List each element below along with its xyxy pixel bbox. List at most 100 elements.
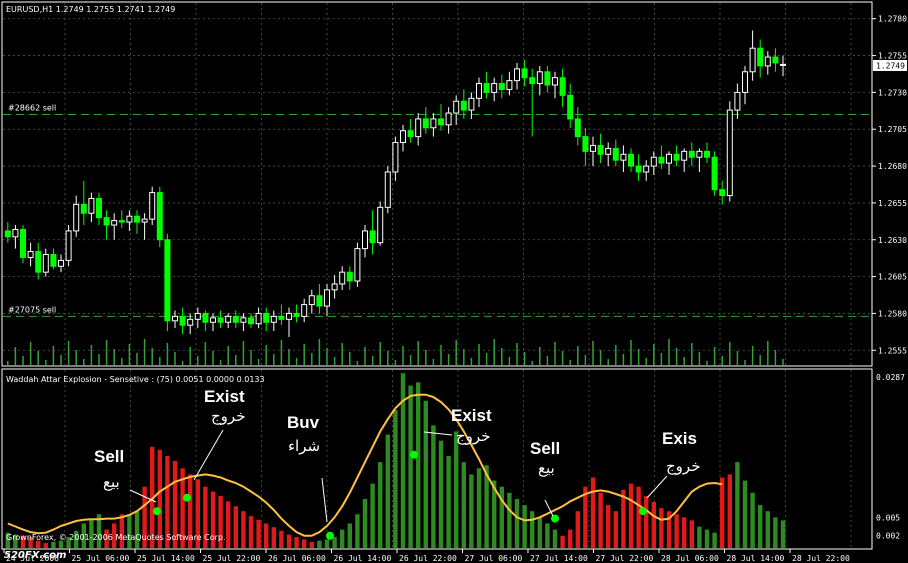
histogram-bar — [552, 529, 558, 548]
candle-body — [483, 83, 490, 93]
histogram-bar — [294, 536, 299, 548]
histogram-bar — [514, 498, 520, 548]
histogram-bar — [264, 523, 269, 548]
histogram-bar — [689, 520, 694, 548]
candle-body — [4, 230, 11, 238]
histogram-bar — [309, 541, 314, 548]
annotation-sell-2-ar: بيع — [538, 459, 555, 477]
time-tick-label: 27 Jul 14:00 — [530, 554, 588, 563]
candle-body — [42, 253, 49, 273]
candle-body — [80, 203, 87, 214]
price-tick-label: 1.2655 — [878, 199, 907, 208]
candle-body — [141, 218, 148, 223]
histogram-bar — [712, 532, 717, 548]
histogram-bar — [682, 517, 687, 548]
candle-body — [582, 136, 589, 152]
candle-body — [172, 315, 178, 322]
candle-body — [346, 271, 353, 282]
candle-body — [719, 189, 726, 197]
candle-body — [331, 283, 338, 291]
histogram-bar — [659, 508, 664, 548]
time-tick-label: 26 Jul 22:00 — [399, 554, 457, 563]
candle-body — [278, 315, 285, 320]
histogram-bar — [51, 541, 56, 548]
histogram-bar — [317, 540, 322, 548]
candle-body — [134, 215, 140, 223]
histogram-bar — [727, 474, 732, 548]
histogram-bar — [362, 498, 368, 548]
candle-body — [529, 77, 536, 85]
histogram-bar — [233, 506, 238, 548]
histogram-bar — [583, 486, 588, 548]
candle-body — [377, 206, 384, 244]
candle-body — [506, 80, 513, 90]
candle-body — [126, 215, 133, 223]
candle-body — [772, 56, 779, 64]
candle-body — [422, 118, 429, 129]
candle-body — [118, 220, 125, 223]
candle-body — [567, 94, 574, 120]
mt4-chart-window[interactable]: #28662 sell #27075 sell 1.2780 1.2755 1.273… — [0, 0, 908, 563]
histogram-bar — [393, 410, 398, 548]
histogram-bar — [378, 462, 383, 548]
candle-body — [384, 171, 391, 208]
candle-body — [559, 77, 566, 96]
candle-body — [453, 100, 460, 114]
candle-body — [27, 251, 34, 258]
histogram-bar — [507, 492, 512, 548]
candle-body — [696, 150, 703, 158]
signal-marker — [153, 507, 161, 516]
histogram-bar — [340, 529, 345, 548]
candle-body — [666, 153, 672, 164]
histogram-bar — [134, 511, 140, 548]
candle-body — [73, 203, 80, 232]
candle-body — [430, 118, 437, 129]
histogram-bar — [575, 511, 580, 548]
candle-body — [757, 47, 764, 67]
price-tick-label: 1.2780 — [878, 15, 907, 24]
candle-body — [65, 230, 72, 261]
annotation-buy-ar: شراء — [288, 437, 320, 455]
histogram-bar — [469, 474, 474, 548]
histogram-bar — [355, 514, 360, 548]
annotation-buy: Buv — [287, 413, 320, 432]
histogram-bar — [226, 501, 231, 548]
price-tick-label: 1.2755 — [878, 52, 907, 61]
candle-body — [673, 153, 680, 161]
candle-body — [301, 304, 308, 317]
histogram-bar — [651, 502, 656, 548]
candle-body — [232, 315, 239, 323]
candle-body — [734, 91, 741, 111]
candle-body — [12, 228, 19, 238]
candle-body — [491, 83, 498, 93]
candle-body — [552, 77, 558, 86]
chart-header: EURUSD,H1 1.2749 1.2755 1.2741 1.2749 — [6, 5, 175, 14]
candle-body — [605, 147, 612, 155]
histogram-bar — [568, 529, 573, 548]
candle-body — [210, 317, 216, 323]
candle-body — [643, 165, 650, 173]
candle-body — [96, 197, 102, 219]
time-tick-label: 26 Jul 14:00 — [334, 554, 392, 563]
time-tick-label: 28 Jul 22:00 — [792, 554, 850, 563]
signal-marker — [639, 507, 647, 516]
candle-body — [476, 83, 482, 99]
candle-body — [156, 192, 163, 241]
candle-body — [103, 217, 110, 226]
time-tick-label: 28 Jul 06:00 — [661, 554, 719, 563]
histogram-bar — [704, 529, 710, 548]
candle-body — [726, 109, 733, 197]
histogram-bar — [613, 511, 618, 548]
candle-body — [164, 239, 171, 322]
candle-body — [58, 259, 64, 267]
candle-body — [217, 317, 224, 323]
candle-body — [704, 150, 710, 158]
histogram-bar — [347, 523, 352, 548]
candle-body — [225, 315, 232, 323]
histogram-bar — [697, 526, 702, 548]
candle-body — [620, 153, 627, 161]
histogram-bar — [423, 400, 428, 548]
candle-body — [35, 251, 42, 273]
copyright-text: GrownForex, © 2001-2006 MetaQuotes Softw… — [6, 533, 226, 542]
price-tick-label: 1.2605 — [878, 273, 907, 282]
